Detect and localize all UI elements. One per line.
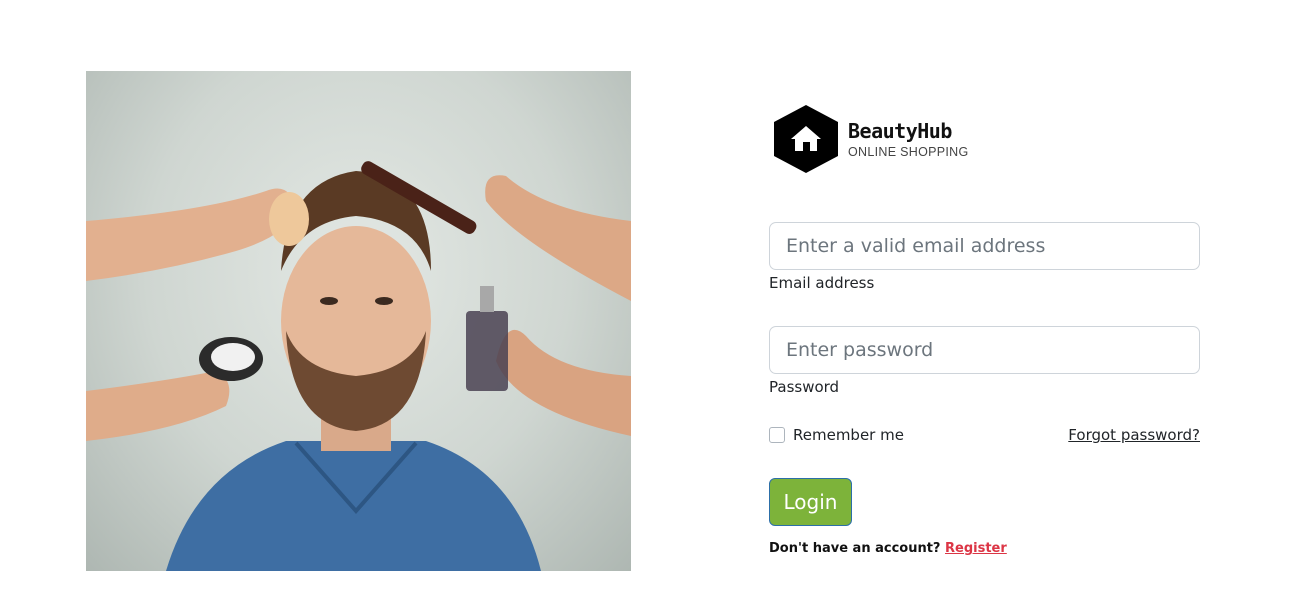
password-input[interactable] [769, 326, 1200, 374]
signup-text: Don't have an account? [769, 541, 941, 556]
login-button[interactable]: Login [769, 478, 852, 526]
hero-image [86, 71, 631, 571]
brand-name: BeautyHub [848, 119, 952, 143]
register-link[interactable]: Register [945, 541, 1007, 556]
house-hexagon-icon [774, 105, 838, 173]
brand-logo: BeautyHub ONLINE SHOPPING [772, 103, 992, 175]
remember-me: Remember me [769, 425, 904, 445]
remember-me-checkbox[interactable] [769, 427, 785, 443]
email-input[interactable] [769, 222, 1200, 270]
email-label: Email address [769, 274, 875, 292]
signup-prompt: Don't have an account? Register [769, 541, 1007, 556]
forgot-password-link[interactable]: Forgot password? [1068, 426, 1200, 444]
password-label: Password [769, 378, 840, 396]
remember-me-label: Remember me [793, 426, 904, 444]
brand-tagline: ONLINE SHOPPING [848, 145, 969, 159]
